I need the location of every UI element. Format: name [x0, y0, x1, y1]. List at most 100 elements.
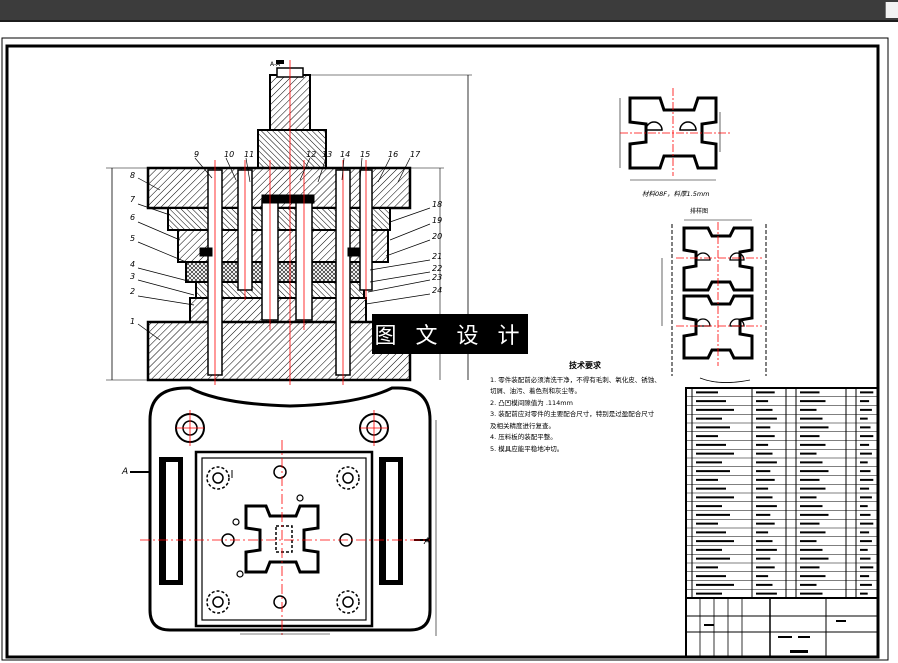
- parts-entry-mark: [860, 557, 871, 560]
- parts-entry-mark: [696, 470, 730, 473]
- parts-entry-mark: [800, 478, 820, 481]
- parts-entry-mark: [800, 575, 826, 578]
- balloon-label: 12: [306, 150, 316, 159]
- parts-entry-mark: [756, 592, 777, 595]
- parts-entry-mark: [800, 391, 820, 394]
- balloon-label: 21: [432, 252, 442, 261]
- parts-entry-mark: [860, 583, 872, 586]
- parts-entry-mark: [756, 540, 773, 543]
- balloon-label: 4: [130, 260, 135, 269]
- parts-entry-mark: [756, 435, 775, 438]
- balloon-label: 8: [130, 171, 135, 180]
- parts-entry-mark: [756, 470, 771, 473]
- view-arrow-left: A: [121, 467, 128, 477]
- balloon-label: 17: [410, 150, 421, 159]
- parts-entry-mark: [696, 478, 718, 481]
- parts-entry-mark: [696, 505, 722, 508]
- parts-entry-mark: [800, 452, 817, 455]
- parts-entry-mark: [860, 435, 874, 438]
- parts-entry-mark: [756, 452, 773, 455]
- parts-entry-mark: [800, 583, 817, 586]
- parts-entry-mark: [696, 548, 722, 551]
- parts-entry-mark: [756, 522, 775, 525]
- parts-entry-mark: [696, 540, 734, 543]
- parts-entry-mark: [696, 426, 730, 429]
- note-line: 4. 压料板的装配平整。: [490, 433, 557, 441]
- parts-entry-mark: [860, 575, 870, 578]
- parts-entry-mark: [696, 452, 734, 455]
- parts-entry-mark: [860, 566, 874, 569]
- parts-entry-mark: [860, 505, 868, 508]
- parts-entry-mark: [860, 452, 872, 455]
- parts-entry-mark: [860, 426, 871, 429]
- parts-entry-mark: [756, 426, 771, 429]
- parts-entry-mark: [756, 548, 777, 551]
- parts-entry-mark: [696, 583, 734, 586]
- balloon-label: 7: [130, 195, 136, 204]
- parts-entry-mark: [800, 548, 823, 551]
- parts-entry-mark: [696, 575, 726, 578]
- parts-entry-mark: [696, 592, 722, 595]
- parts-entry-mark: [860, 548, 868, 551]
- notes-title: 技术要求: [569, 361, 601, 370]
- parts-entry-mark: [800, 592, 823, 595]
- parts-entry-mark: [860, 522, 874, 525]
- parts-entry-mark: [696, 531, 726, 534]
- parts-entry-mark: [860, 461, 868, 464]
- title-block-marks: [704, 620, 846, 653]
- parts-entry-mark: [756, 583, 773, 586]
- parts-entry-mark: [860, 443, 870, 446]
- strip-layout: [661, 219, 767, 376]
- parts-entry-mark: [696, 557, 730, 560]
- balloon-label: 19: [432, 216, 442, 225]
- parts-entry-mark: [756, 487, 769, 490]
- parts-entry-mark: [696, 391, 718, 394]
- balloon-label: 5: [130, 234, 135, 243]
- parts-entry-mark: [696, 408, 734, 411]
- parts-entry-mark: [696, 443, 726, 446]
- parts-entry-mark: [860, 487, 870, 490]
- parts-entry-mark: [800, 531, 826, 534]
- parts-entry-mark: [800, 557, 829, 560]
- parts-entry-mark: [756, 443, 769, 446]
- parts-entry-mark: [756, 575, 769, 578]
- parts-entry-mark: [800, 505, 823, 508]
- balloon-label: 1: [130, 317, 135, 326]
- note-line: 切屑、油污、着色剂和灰尘等。: [490, 387, 581, 395]
- section-label: A-A: [270, 61, 281, 68]
- parts-entry-mark: [800, 487, 826, 490]
- balloon-label: 2: [130, 287, 135, 296]
- parts-entry-mark: [756, 557, 771, 560]
- parts-entry-mark: [860, 478, 874, 481]
- parts-entry-mark: [756, 496, 773, 499]
- parts-entry-mark: [756, 408, 773, 411]
- balloon-label: 6: [130, 213, 135, 222]
- parts-entry-mark: [800, 540, 817, 543]
- balloon-label: 10: [224, 150, 234, 159]
- parts-entry-mark: [860, 391, 874, 394]
- note-line: 1. 零件装配前必须清洗干净，不得有毛刺、氧化皮、锈蚀、: [490, 375, 661, 384]
- parts-entry-mark: [800, 443, 826, 446]
- balloon-label: 23: [432, 273, 442, 282]
- parts-entry-mark: [800, 470, 829, 473]
- parts-entry-mark: [800, 496, 817, 499]
- parts-entry-mark: [696, 461, 722, 464]
- parts-entry-mark: [860, 496, 872, 499]
- parts-entry-mark: [800, 522, 820, 525]
- part-material-note: 材料08F，料厚1.5mm: [642, 190, 710, 198]
- parts-entry-mark: [756, 417, 777, 420]
- parts-entry-mark: [860, 417, 868, 420]
- note-line: 及相关精度进行复查。: [490, 421, 555, 430]
- parts-entry-mark: [800, 513, 829, 516]
- parts-list-rows: [686, 396, 878, 590]
- balloon-label: 13: [322, 150, 332, 159]
- parts-entry-mark: [696, 400, 726, 403]
- parts-entry-mark: [860, 513, 871, 516]
- balloon-label: 11: [244, 150, 254, 159]
- balloon-label: 16: [388, 150, 398, 159]
- parts-entry-mark: [756, 391, 775, 394]
- technical-notes: 技术要求 1. 零件装配前必须清洗干净，不得有毛刺、氧化皮、锈蚀、 切屑、油污、…: [490, 360, 680, 455]
- balloon-label: 24: [432, 286, 442, 295]
- parts-entry-mark: [756, 566, 775, 569]
- balloon-label: 20: [432, 232, 442, 241]
